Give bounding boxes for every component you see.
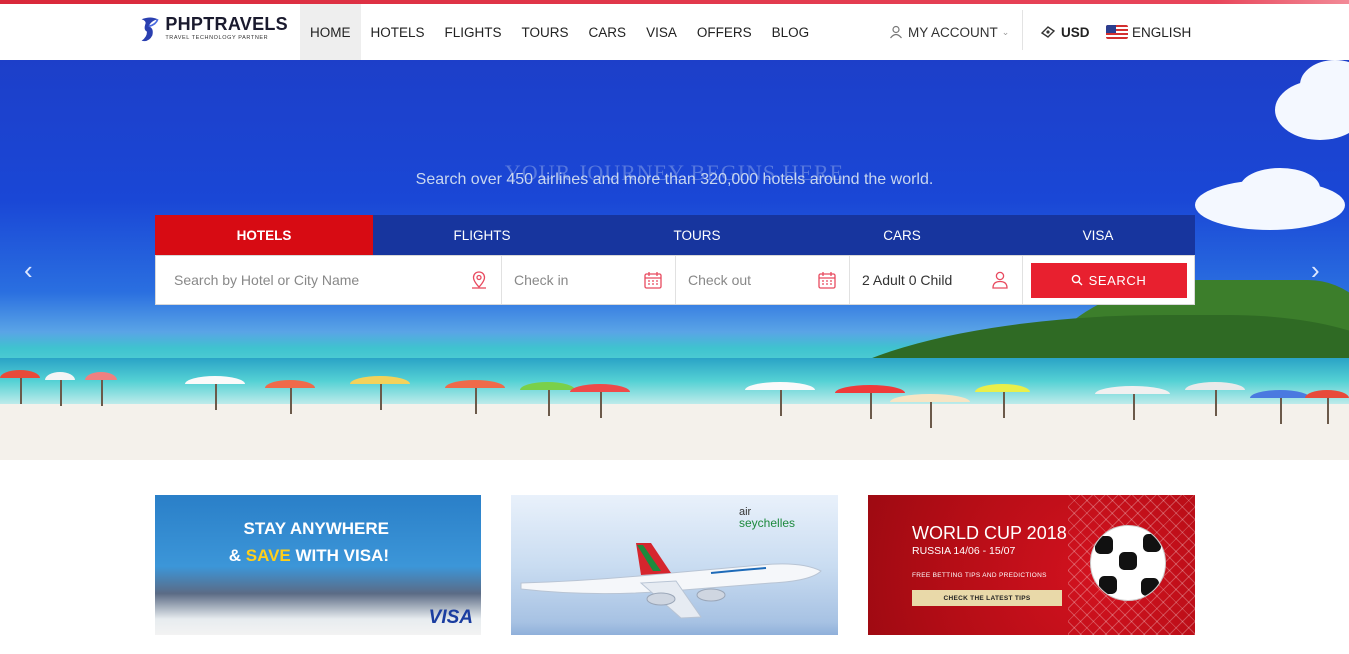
guests-selector[interactable]: 2 Adult 0 Child bbox=[850, 256, 1023, 304]
check-tips-button[interactable]: CHECK THE LATEST TIPS bbox=[912, 590, 1062, 606]
visa-promo-prefix: & bbox=[228, 546, 246, 565]
tab-flights[interactable]: FLIGHTS bbox=[373, 215, 591, 255]
nav-flights[interactable]: FLIGHTS bbox=[435, 4, 512, 60]
search-icon bbox=[1071, 274, 1083, 286]
nav-blog[interactable]: BLOG bbox=[762, 4, 820, 60]
brand-name: PHPTRAVELS bbox=[165, 14, 288, 34]
check-out-placeholder: Check out bbox=[688, 272, 752, 288]
site-header: PHPTRAVELS TRAVEL TECHNOLOGY PARTNER HOM… bbox=[0, 4, 1349, 60]
search-button-wrap: SEARCH bbox=[1023, 256, 1194, 304]
main-nav: HOME HOTELS FLIGHTS TOURS CARS VISA OFFE… bbox=[300, 4, 819, 60]
logo-mark-icon bbox=[141, 17, 159, 42]
user-icon bbox=[890, 25, 902, 39]
my-account-label: MY ACCOUNT bbox=[908, 24, 998, 40]
check-in-input[interactable]: Check in bbox=[502, 256, 676, 304]
tab-cars[interactable]: CARS bbox=[803, 215, 1001, 255]
search-button[interactable]: SEARCH bbox=[1030, 262, 1187, 298]
world-cup-tips-text: FREE BETTING TIPS AND PREDICTIONS bbox=[912, 572, 1047, 579]
us-flag-icon bbox=[1106, 25, 1128, 39]
world-cup-title: WORLD CUP 2018 bbox=[912, 523, 1067, 543]
visa-promo-highlight: SAVE bbox=[245, 546, 291, 565]
hero-subtitle: Search over 450 airlines and more than 3… bbox=[415, 171, 934, 188]
promo-card-world-cup[interactable]: WORLD CUP 2018 RUSSIA 14/06 - 15/07 FREE… bbox=[868, 495, 1195, 654]
world-cup-dates: RUSSIA 14/06 - 15/07 bbox=[912, 545, 1016, 557]
calendar-icon bbox=[644, 272, 662, 289]
search-tabs: HOTELS FLIGHTS TOURS CARS VISA bbox=[155, 215, 1195, 255]
brand-logo[interactable]: PHPTRAVELS TRAVEL TECHNOLOGY PARTNER bbox=[138, 14, 288, 50]
my-account-dropdown[interactable]: MY ACCOUNT ⌄ bbox=[889, 4, 1009, 60]
soccer-ball-icon bbox=[1090, 525, 1166, 601]
beach-sand bbox=[0, 404, 1349, 460]
currency-label: USD bbox=[1061, 24, 1090, 40]
language-label: ENGLISH bbox=[1132, 24, 1192, 40]
nav-visa[interactable]: VISA bbox=[636, 4, 687, 60]
visa-promo-suffix: WITH VISA! bbox=[290, 546, 390, 565]
card-footer bbox=[868, 635, 1195, 654]
check-out-input[interactable]: Check out bbox=[676, 256, 850, 304]
nav-offers[interactable]: OFFERS bbox=[687, 4, 762, 60]
visa-promo-line2: & SAVE WITH VISA! bbox=[155, 542, 389, 569]
promo-card-visa[interactable]: STAY ANYWHERE & SAVE WITH VISA! VISA bbox=[155, 495, 481, 654]
header-divider bbox=[1022, 10, 1023, 50]
tab-hotels[interactable]: HOTELS bbox=[155, 215, 373, 255]
nav-cars[interactable]: CARS bbox=[579, 4, 637, 60]
slider-prev-arrow-icon[interactable]: ‹ bbox=[24, 255, 33, 286]
search-fields: Search by Hotel or City Name Check in Ch… bbox=[155, 255, 1195, 305]
calendar-icon bbox=[818, 272, 836, 289]
nav-home[interactable]: HOME bbox=[300, 4, 361, 60]
airplane-image bbox=[520, 543, 822, 619]
user-icon bbox=[992, 271, 1008, 289]
card-footer bbox=[511, 635, 838, 654]
search-panel: HOTELS FLIGHTS TOURS CARS VISA Search by… bbox=[155, 215, 1195, 305]
promo-card-air-seychelles[interactable]: air seychelles bbox=[511, 495, 838, 654]
chevron-down-icon: ⌄ bbox=[1001, 26, 1010, 37]
nav-tours[interactable]: TOURS bbox=[512, 4, 579, 60]
check-in-placeholder: Check in bbox=[514, 272, 569, 288]
visa-promo-line1: STAY ANYWHERE bbox=[243, 519, 389, 538]
tab-visa[interactable]: VISA bbox=[1001, 215, 1195, 255]
tab-tours[interactable]: TOURS bbox=[591, 215, 803, 255]
hotel-search-input[interactable]: Search by Hotel or City Name bbox=[156, 256, 502, 304]
language-selector[interactable]: ENGLISH bbox=[1106, 4, 1191, 60]
guests-value: 2 Adult 0 Child bbox=[862, 272, 953, 288]
visa-promo-heading: STAY ANYWHERE & SAVE WITH VISA! bbox=[155, 515, 481, 569]
money-icon bbox=[1040, 26, 1056, 38]
currency-selector[interactable]: USD bbox=[1040, 4, 1090, 60]
visa-logo: VISA bbox=[428, 607, 473, 628]
card-footer bbox=[155, 635, 481, 654]
slider-next-arrow-icon[interactable]: › bbox=[1311, 255, 1320, 286]
map-pin-icon bbox=[472, 271, 486, 289]
hero-banner: YOUR JOURNEY BEGINS HERE Search over 450… bbox=[0, 60, 1349, 460]
hotel-search-placeholder: Search by Hotel or City Name bbox=[174, 272, 360, 288]
nav-hotels[interactable]: HOTELS bbox=[361, 4, 435, 60]
search-button-label: SEARCH bbox=[1088, 272, 1147, 288]
brand-tagline: TRAVEL TECHNOLOGY PARTNER bbox=[165, 35, 269, 41]
